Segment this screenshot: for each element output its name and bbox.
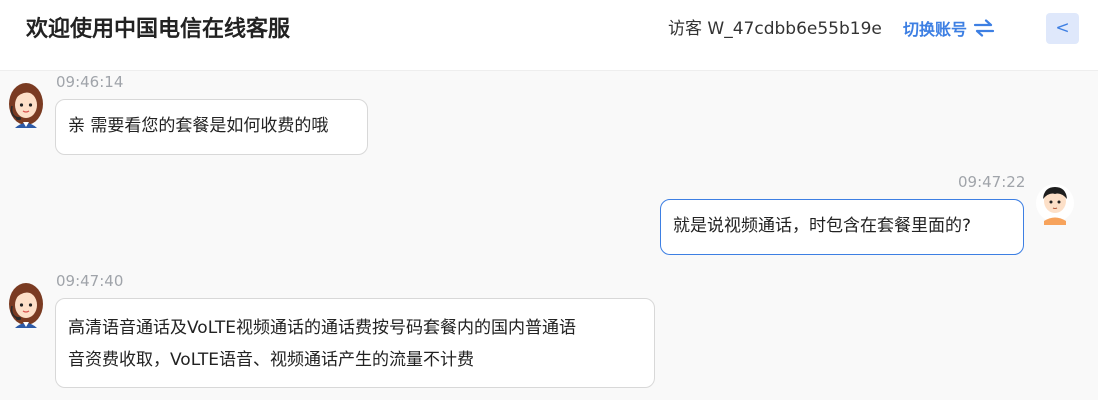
message-timestamp: 09:47:22 (958, 173, 1026, 191)
agent-avatar-icon (9, 83, 43, 128)
message-text-line: 高清语音通话及VoLTE视频通话的通话费按号码套餐内的国内普通语 (68, 318, 576, 338)
swap-arrows-icon (973, 19, 995, 37)
page-title: 欢迎使用中国电信在线客服 (26, 17, 291, 42)
header-bar: 欢迎使用中国电信在线客服 访客 W_47cdbb6e55b19e 切换账号 < (0, 0, 1098, 71)
message-timestamp: 09:46:14 (56, 73, 124, 91)
message-text: 就是说视频通话，时包含在套餐里面的? (673, 216, 972, 236)
visitor-id: 访客 W_47cdbb6e55b19e (668, 19, 882, 39)
message-bubble: 亲 需要看您的套餐是如何收费的哦 (55, 99, 368, 155)
message-bubble: 高清语音通话及VoLTE视频通话的通话费按号码套餐内的国内普通语 音资费收取，V… (55, 298, 655, 388)
message-timestamp: 09:47:40 (56, 272, 124, 290)
switch-account-label: 切换账号 (903, 20, 968, 39)
user-avatar-icon (1036, 184, 1074, 225)
agent-avatar-icon (9, 283, 43, 328)
chat-area[interactable]: 09:46:14 亲 需要看您的套餐是如何收费的哦 09:47:22 就是说视频… (0, 71, 1098, 400)
message-bubble: 就是说视频通话，时包含在套餐里面的? (660, 199, 1024, 255)
switch-account-button[interactable]: 切换账号 (903, 16, 995, 40)
back-button[interactable]: < (1046, 13, 1079, 44)
message-text: 亲 需要看您的套餐是如何收费的哦 (68, 116, 329, 136)
message-text-line: 音资费收取，VoLTE语音、视频通话产生的流量不计费 (68, 350, 474, 370)
